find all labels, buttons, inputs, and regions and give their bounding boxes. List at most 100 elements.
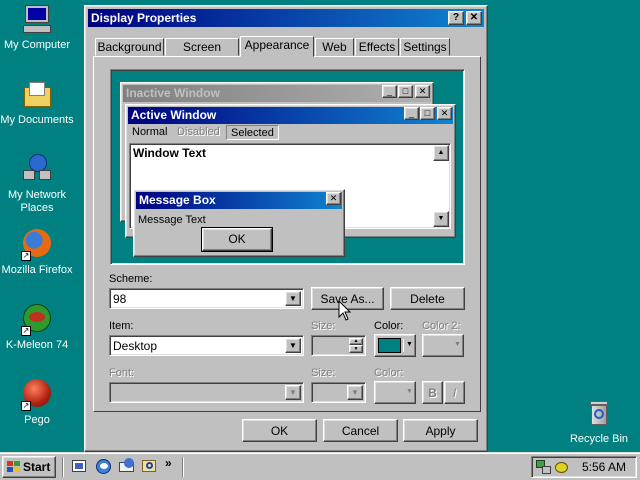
system-tray: 5:56 AM	[531, 456, 637, 478]
tab-appearance[interactable]: Appearance	[240, 36, 314, 57]
scheme-select[interactable]: 98 ▼	[109, 288, 304, 309]
font-select: ▼	[109, 382, 304, 403]
search-icon[interactable]	[140, 458, 158, 476]
spin-down-icon: ▼	[349, 345, 363, 353]
font-size-select: ▼	[311, 382, 366, 403]
close-button[interactable]: ✕	[466, 11, 482, 25]
color2-label: Color 2:	[422, 320, 461, 332]
my-documents-icon	[21, 79, 53, 111]
item-label: Item:	[109, 320, 134, 332]
quicklaunch-more-icon[interactable]: »	[165, 456, 172, 470]
preview-message-box: Message Box ✕ Message Text OK	[133, 189, 345, 257]
internet-explorer-icon[interactable]	[94, 458, 112, 476]
desktop-icon-network-places[interactable]: My Network Places	[0, 154, 77, 215]
network-places-icon	[21, 154, 53, 186]
delete-button[interactable]: Delete	[390, 287, 465, 310]
italic-button: I	[444, 381, 465, 404]
start-label: Start	[23, 460, 51, 474]
tab-background[interactable]: Background	[95, 38, 164, 56]
preview-msgbox-title: Message Box	[136, 192, 342, 209]
firefox-icon: ↗	[21, 229, 53, 261]
preview-menu-selected: Selected	[226, 125, 279, 140]
bold-button: B	[422, 381, 443, 404]
desktop-icon-label: Recycle Bin	[569, 433, 629, 445]
volume-tray-icon[interactable]	[554, 459, 570, 475]
chevron-down-icon: ▼	[285, 385, 301, 400]
minimize-icon: _	[382, 85, 397, 98]
desktop-icon-label: Pego	[24, 414, 50, 426]
chevron-down-icon[interactable]: ▼	[285, 338, 301, 353]
tab-web[interactable]: Web	[315, 38, 354, 56]
apply-button[interactable]: Apply	[403, 419, 478, 442]
color-swatch	[378, 338, 401, 353]
help-button[interactable]: ?	[448, 11, 464, 25]
maximize-icon: □	[398, 85, 413, 98]
tab-screen-saver[interactable]: Screen Saver	[165, 38, 239, 70]
font-color-label: Color:	[374, 367, 404, 379]
windows-logo-icon	[7, 461, 20, 473]
mouse-cursor-icon	[338, 300, 352, 321]
desktop-icon-k-meleon[interactable]: ↗ K-Meleon 74	[0, 304, 77, 352]
desktop-icon-label: My Documents	[0, 114, 74, 126]
network-tray-icon[interactable]	[536, 459, 552, 475]
font-color-picker: ▼	[374, 381, 416, 404]
chevron-down-icon[interactable]: ▼	[285, 291, 301, 306]
desktop-icon-firefox[interactable]: ↗ Mozilla Firefox	[0, 229, 77, 277]
close-icon: ✕	[469, 12, 479, 23]
desktop-icon-label: Mozilla Firefox	[1, 264, 73, 276]
display-properties-dialog: Display Properties ? ✕ Background Screen…	[84, 5, 488, 452]
item-value: Desktop	[113, 339, 158, 353]
taskbar-separator	[182, 457, 184, 477]
item-select[interactable]: Desktop ▼	[109, 335, 304, 356]
scheme-value: 98	[113, 292, 127, 306]
preview-msgbox-text: Message Text	[138, 214, 206, 226]
close-icon: ✕	[326, 192, 341, 205]
ok-button[interactable]: OK	[242, 419, 317, 442]
minimize-icon: _	[404, 107, 419, 120]
chevron-down-icon[interactable]: ▼	[406, 338, 413, 352]
color-divider	[403, 339, 404, 352]
close-icon: ✕	[415, 85, 430, 98]
chevron-down-icon: ▼	[347, 385, 363, 400]
size-label: Size:	[311, 320, 336, 332]
tab-settings[interactable]: Settings	[400, 38, 450, 56]
chevron-down-icon: ▼	[406, 388, 413, 395]
item-size-spinner: ▲ ▼	[311, 335, 366, 356]
scroll-down-icon: ▼	[433, 211, 449, 227]
item-color-picker[interactable]: ▼	[374, 334, 416, 357]
cancel-button[interactable]: Cancel	[323, 419, 398, 442]
item-color2-picker: ▼	[422, 334, 464, 357]
k-meleon-icon: ↗	[21, 304, 53, 336]
tab-effects[interactable]: Effects	[355, 38, 399, 56]
appearance-pane: Inactive Window _ □ ✕ Active Window _ □ …	[93, 56, 481, 412]
font-size-label: Size:	[311, 367, 336, 379]
pego-icon: ↗	[21, 379, 53, 411]
taskbar-separator	[62, 457, 64, 477]
scheme-preview[interactable]: Inactive Window _ □ ✕ Active Window _ □ …	[110, 69, 465, 265]
desktop-icon-label: K-Meleon 74	[5, 339, 69, 351]
maximize-icon: □	[420, 107, 435, 120]
scroll-up-icon: ▲	[433, 145, 449, 161]
scheme-label: Scheme:	[109, 273, 153, 285]
show-desktop-icon[interactable]	[70, 458, 88, 476]
preview-menu-normal: Normal	[132, 126, 168, 138]
desktop-icon-recycle-bin[interactable]: Recycle Bin	[559, 398, 639, 446]
taskbar: Start » 5:56 AM	[0, 452, 640, 480]
desktop-icon-my-documents[interactable]: My Documents	[0, 79, 77, 127]
desktop-icon-label: My Network Places	[7, 189, 67, 214]
clock[interactable]: 5:56 AM	[582, 460, 626, 474]
preview-msgbox-ok: OK	[201, 227, 273, 252]
outlook-express-icon[interactable]	[117, 458, 135, 476]
recycle-bin-icon	[583, 398, 615, 430]
color-label: Color:	[374, 320, 404, 332]
spin-up-icon: ▲	[349, 338, 363, 345]
font-label: Font:	[109, 367, 135, 379]
my-computer-icon	[21, 4, 53, 36]
start-button[interactable]: Start	[2, 456, 56, 478]
desktop-icon-my-computer[interactable]: My Computer	[0, 4, 77, 52]
desktop-icon-label: My Computer	[3, 39, 71, 51]
chevron-down-icon: ▼	[454, 341, 461, 348]
desktop-icon-pego[interactable]: ↗ Pego	[0, 379, 77, 427]
dialog-titlebar[interactable]: Display Properties ? ✕	[88, 9, 484, 27]
dialog-title: Display Properties	[91, 11, 197, 25]
